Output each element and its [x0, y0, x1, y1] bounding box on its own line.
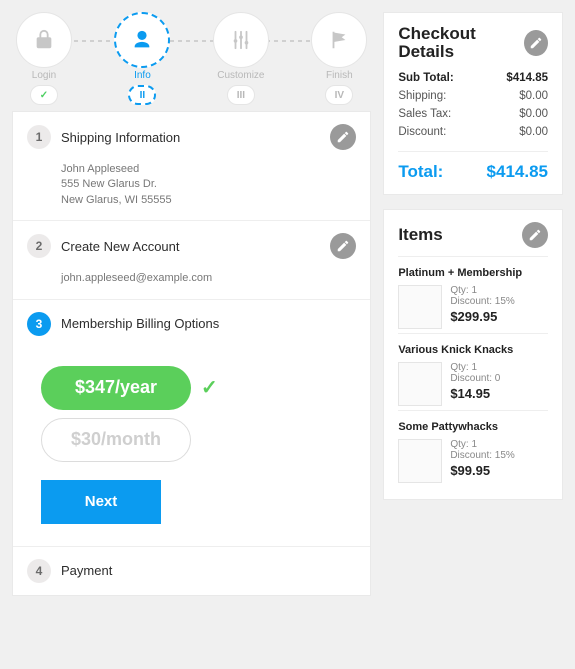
cart-item: Platinum + Membership Qty: 1 Discount: 1…: [398, 256, 548, 333]
item-qty: Qty: 1: [450, 439, 514, 450]
shipping-body: John Appleseed 555 New Glarus Dr. New Gl…: [13, 162, 370, 220]
pencil-icon: [336, 239, 350, 253]
flag-icon: [328, 29, 350, 51]
section-number: 2: [27, 234, 51, 258]
checkout-details-panel: Checkout Details Sub Total: $414.85 Shipp…: [383, 12, 563, 195]
pencil-icon: [528, 228, 542, 242]
cart-item: Various Knick Knacks Qty: 1 Discount: 0 …: [398, 333, 548, 410]
items-panel-title: Items: [398, 226, 442, 244]
section-number: 3: [27, 312, 51, 336]
item-name: Various Knick Knacks: [398, 344, 548, 356]
section-title: Membership Billing Options: [61, 316, 356, 331]
section-number: 1: [27, 125, 51, 149]
step-badge: ✓: [30, 85, 58, 105]
shipping-name: John Appleseed: [61, 162, 356, 177]
item-price: $299.95: [450, 309, 514, 324]
step-connector: [42, 40, 341, 42]
shipping-label: Shipping:: [398, 90, 446, 102]
step-badge: IV: [325, 85, 353, 105]
section-title: Payment: [61, 563, 356, 578]
item-qty: Qty: 1: [450, 362, 500, 373]
step-label: Customize: [217, 70, 264, 81]
subtotal-label: Sub Total:: [398, 72, 453, 84]
section-number: 4: [27, 559, 51, 583]
item-thumbnail: [398, 362, 442, 406]
edit-account-button[interactable]: [330, 233, 356, 259]
section-title: Create New Account: [61, 239, 320, 254]
next-button[interactable]: Next: [41, 480, 161, 524]
discount-value: $0.00: [519, 126, 548, 138]
billing-option-monthly[interactable]: $30/month: [41, 418, 191, 462]
discount-label: Discount:: [398, 126, 446, 138]
item-discount: Discount: 15%: [450, 296, 514, 307]
items-panel: Items Platinum + Membership Qty: 1 Disco…: [383, 209, 563, 500]
check-icon: ✓: [201, 375, 218, 400]
edit-items-button[interactable]: [522, 222, 548, 248]
payment-header: 4 Payment: [13, 546, 370, 595]
step-login[interactable]: Login ✓: [16, 12, 72, 105]
item-price: $99.95: [450, 463, 514, 478]
checkout-panel-title: Checkout Details: [398, 25, 524, 61]
step-label: Info: [134, 70, 151, 81]
pencil-icon: [336, 130, 350, 144]
item-thumbnail: [398, 439, 442, 483]
step-customize[interactable]: Customize III: [213, 12, 269, 105]
checkout-sections: 1 Shipping Information John Appleseed 55…: [12, 111, 371, 596]
item-thumbnail: [398, 285, 442, 329]
item-qty: Qty: 1: [450, 285, 514, 296]
lock-icon: [33, 29, 55, 51]
account-email: john.appleseed@example.com: [61, 271, 356, 286]
edit-shipping-button[interactable]: [330, 124, 356, 150]
step-label: Login: [32, 70, 56, 81]
tax-label: Sales Tax:: [398, 108, 451, 120]
item-discount: Discount: 15%: [450, 450, 514, 461]
billing-header: 3 Membership Billing Options: [13, 299, 370, 348]
account-body: john.appleseed@example.com: [13, 271, 370, 298]
shipping-addr2: New Glarus, WI 55555: [61, 193, 356, 208]
subtotal-value: $414.85: [506, 72, 548, 84]
shipping-addr1: 555 New Glarus Dr.: [61, 177, 356, 192]
user-icon: [131, 29, 153, 51]
step-label: Finish: [326, 70, 353, 81]
item-price: $14.95: [450, 386, 500, 401]
account-header: 2 Create New Account: [13, 220, 370, 271]
sliders-icon: [230, 29, 252, 51]
tax-value: $0.00: [519, 108, 548, 120]
billing-body: $347/year ✓ $30/month Next: [13, 348, 370, 524]
shipping-value: $0.00: [519, 90, 548, 102]
item-discount: Discount: 0: [450, 373, 500, 384]
pencil-icon: [529, 36, 543, 50]
total-value: $414.85: [487, 162, 548, 182]
billing-option-yearly[interactable]: $347/year: [41, 366, 191, 410]
total-label: Total:: [398, 162, 443, 182]
edit-checkout-button[interactable]: [524, 30, 548, 56]
step-finish[interactable]: Finish IV: [311, 12, 367, 105]
shipping-header: 1 Shipping Information: [13, 112, 370, 162]
item-name: Some Pattywhacks: [398, 421, 548, 433]
section-title: Shipping Information: [61, 130, 320, 145]
step-info[interactable]: Info II: [114, 12, 170, 105]
progress-steps: Login ✓ Info II Customize III: [12, 12, 371, 111]
cart-item: Some Pattywhacks Qty: 1 Discount: 15% $9…: [398, 410, 548, 487]
step-badge: III: [227, 85, 255, 105]
step-badge: II: [128, 85, 156, 105]
item-name: Platinum + Membership: [398, 267, 548, 279]
